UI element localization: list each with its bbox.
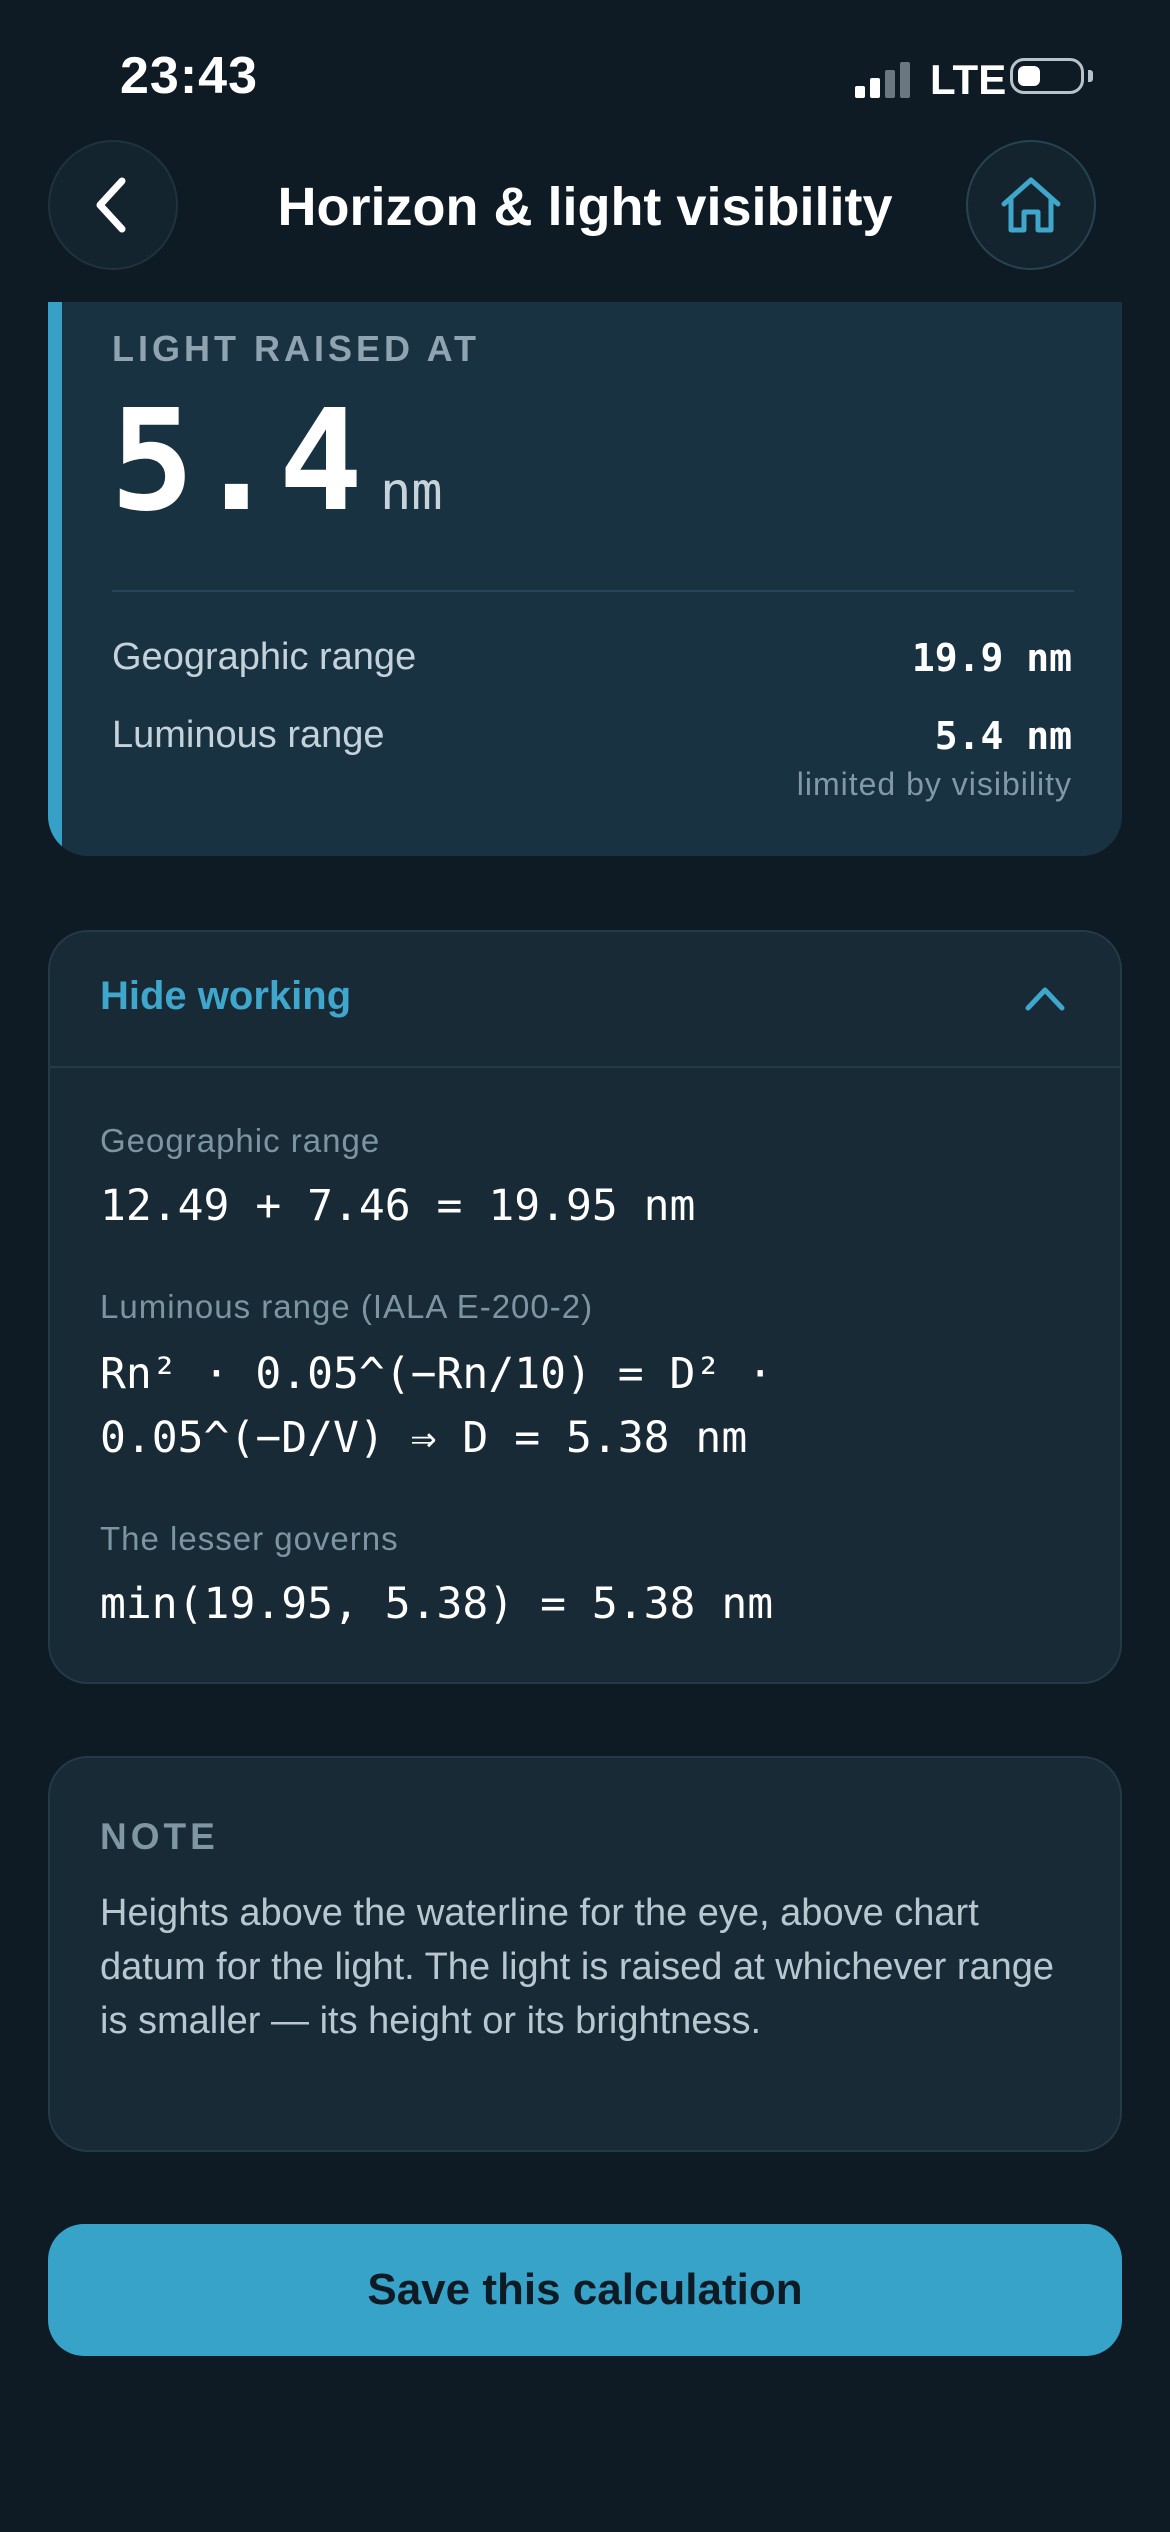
signal-icon (855, 60, 915, 98)
geographic-range-label: Geographic range (112, 636, 417, 678)
home-icon (1001, 177, 1061, 233)
result-label: LIGHT RAISED AT (112, 328, 480, 369)
working-card: Hide working Geographic range 12.49 + 7.… (48, 930, 1122, 1684)
save-calculation-button[interactable]: Save this calculation (48, 2224, 1122, 2356)
working-formula-luminous-line1: Rn² · 0.05^(−Rn/10) = D² · (100, 1349, 774, 1399)
chevron-up-icon (1025, 987, 1065, 1011)
working-label-geographic: Geographic range (100, 1122, 381, 1159)
result-value: 5.4 (110, 380, 363, 543)
nav-header: Horizon & light visibility (0, 140, 1170, 302)
divider (112, 590, 1074, 592)
note-text: Heights above the waterline for the eye,… (100, 1892, 1055, 2042)
working-formula-geographic: 12.49 + 7.46 = 19.95 nm (100, 1181, 696, 1231)
battery-icon (1010, 58, 1084, 94)
note-heading: NOTE (100, 1816, 219, 1857)
result-unit: nm (380, 462, 443, 522)
accent-bar (48, 302, 62, 856)
hide-working-toggle[interactable]: Hide working (50, 932, 1120, 1068)
status-time: 23:43 (120, 47, 258, 105)
working-formula-lesser: min(19.95, 5.38) = 5.38 nm (100, 1579, 774, 1629)
luminous-range-value: 5.4 nm (934, 714, 1072, 758)
home-button[interactable] (966, 140, 1096, 270)
luminous-range-note: limited by visibility (796, 766, 1072, 802)
save-button-label: Save this calculation (367, 2265, 803, 2314)
geographic-range-value: 19.9 nm (911, 636, 1072, 680)
luminous-range-label: Luminous range (112, 714, 385, 756)
working-label-luminous: Luminous range (IALA E-200-2) (100, 1288, 594, 1325)
network-type: LTE (930, 56, 1007, 103)
result-card: LIGHT RAISED AT 5.4 nm Geographic range … (48, 302, 1122, 856)
toggle-label: Hide working (100, 974, 352, 1018)
working-formula-luminous-line2: 0.05^(−D/V) ⇒ D = 5.38 nm (100, 1413, 748, 1463)
note-card: NOTE Heights above the waterline for the… (48, 1756, 1122, 2152)
status-bar: 23:43 LTE (0, 0, 1170, 140)
working-label-lesser: The lesser governs (100, 1520, 399, 1557)
